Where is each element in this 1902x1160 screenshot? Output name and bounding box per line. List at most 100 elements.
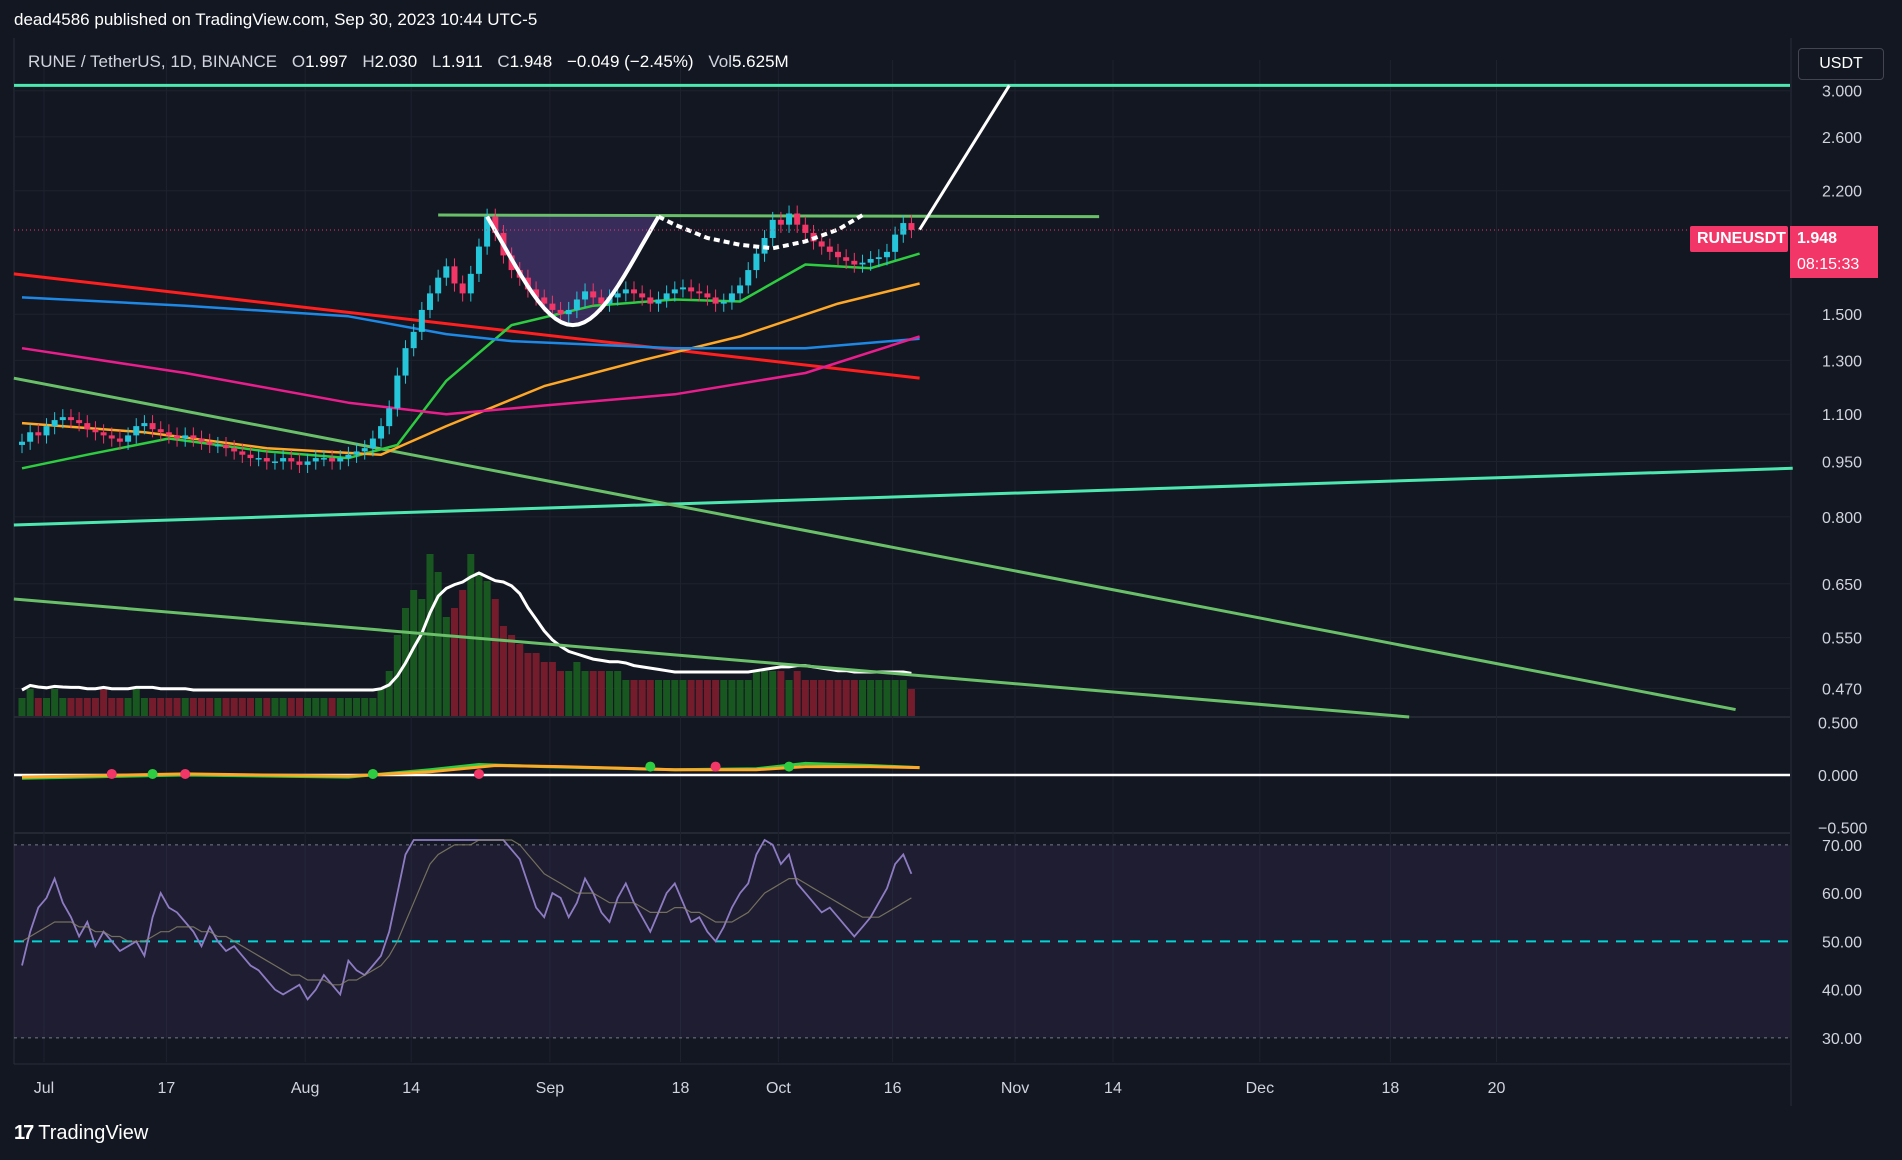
- candle-body: [255, 458, 262, 460]
- price-tick-label: 0.650: [1822, 577, 1862, 594]
- neckline: [438, 213, 1100, 219]
- volume-bar: [263, 698, 271, 716]
- volume-bar: [565, 671, 573, 716]
- volume-bar: [34, 698, 42, 716]
- candle-body: [43, 426, 50, 436]
- candle-body: [67, 417, 74, 421]
- volume-bar: [51, 689, 59, 716]
- tradingview-logo[interactable]: 17 TradingView: [14, 1122, 148, 1145]
- candle-body: [777, 219, 784, 225]
- macd-cross-dot: [473, 768, 484, 779]
- volume-bar: [67, 698, 75, 716]
- candle-body: [867, 259, 874, 263]
- candle-body: [622, 289, 629, 294]
- candle-body: [280, 458, 287, 462]
- price-tick-label: 2.600: [1822, 130, 1862, 147]
- volume-bar: [899, 680, 907, 716]
- volume-bar: [573, 662, 581, 716]
- rsi-tick-label: 40.00: [1822, 983, 1862, 1000]
- candle-body: [239, 451, 246, 455]
- price-tick-label: 1.500: [1822, 307, 1862, 324]
- volume-bar: [140, 698, 148, 716]
- candle-body: [647, 297, 654, 304]
- volume-bar: [459, 590, 467, 716]
- volume-bar: [508, 635, 516, 716]
- volume-bar: [532, 653, 540, 716]
- currency-button[interactable]: USDT: [1798, 48, 1884, 80]
- volume-bar: [173, 698, 181, 716]
- volume-bar: [810, 680, 818, 716]
- volume-bar: [312, 698, 320, 716]
- volume-bar: [491, 599, 499, 716]
- candle-body: [590, 291, 597, 298]
- price-tick-label: 1.300: [1822, 353, 1862, 370]
- volume-bar: [165, 698, 173, 716]
- candle-body: [418, 309, 425, 332]
- volume-bar: [238, 698, 246, 716]
- candle-body: [288, 458, 295, 462]
- time-tick-label: 20: [1488, 1080, 1506, 1097]
- candle-body: [549, 303, 556, 310]
- candle-body: [451, 266, 458, 284]
- candle-body: [875, 257, 882, 260]
- candle-body: [296, 461, 303, 465]
- chart-canvas[interactable]: 3.000 2.600 2.200 1.500 1.300 1.100 0.950 0.800…: [0, 38, 1902, 1108]
- volume-bar: [761, 671, 769, 716]
- volume-bar: [671, 680, 679, 716]
- symbol-description[interactable]: RUNE / TetherUS, 1D, BINANCE: [28, 52, 277, 71]
- volume-bar: [198, 698, 206, 716]
- time-axis-labels: Jul 17 Aug 14 Sep 18 Oct 16 Nov 14 Dec 18 20: [34, 1080, 1506, 1097]
- volume-bar: [663, 680, 671, 716]
- candle-body: [427, 293, 433, 310]
- close-label: C: [497, 52, 510, 71]
- candle-body: [386, 408, 393, 427]
- volume-bar: [59, 698, 67, 716]
- candle-body: [247, 454, 254, 459]
- candle-body: [459, 283, 466, 294]
- last-price-symbol: RUNEUSDT: [1690, 226, 1788, 252]
- volume-bar: [744, 680, 752, 716]
- candle-body: [753, 253, 760, 271]
- volume-bar: [344, 698, 352, 716]
- candle-body: [883, 251, 890, 258]
- volume-bar: [206, 698, 214, 716]
- candle-body: [818, 241, 825, 247]
- volume-bar: [826, 680, 834, 716]
- volume-bar: [793, 671, 801, 716]
- volume-bar: [834, 680, 842, 716]
- candle-body: [174, 435, 181, 439]
- candle-body: [231, 448, 238, 452]
- macd-cross-dot: [180, 768, 191, 779]
- time-tick-label: 14: [402, 1080, 420, 1097]
- volume-bar: [295, 698, 303, 716]
- candle-body: [337, 458, 344, 462]
- volume-bar: [246, 698, 254, 716]
- candle-body: [361, 448, 368, 452]
- volume-bar: [875, 680, 883, 716]
- time-tick-label: Jul: [34, 1080, 54, 1097]
- volume-bar: [540, 662, 548, 716]
- candle-body: [84, 423, 91, 430]
- volume-bar: [124, 698, 132, 716]
- time-tick-label: 16: [884, 1080, 902, 1097]
- volume-bar: [581, 671, 589, 716]
- volume-bar: [614, 671, 622, 716]
- candle-body: [92, 429, 99, 433]
- macd-tick-label: −0.500: [1818, 821, 1867, 838]
- candle-body: [149, 423, 156, 430]
- volume-bar: [149, 698, 157, 716]
- time-tick-label: Oct: [766, 1080, 791, 1097]
- volume-bar: [271, 698, 279, 716]
- candle-body: [51, 420, 58, 427]
- candle-body: [271, 461, 278, 463]
- open-label: O: [291, 52, 306, 71]
- volume-bar: [116, 698, 124, 716]
- candle-body: [165, 432, 172, 436]
- candle-body: [190, 435, 197, 439]
- volume-bar: [75, 698, 83, 716]
- candle-body: [206, 441, 213, 445]
- candle-body: [835, 251, 841, 258]
- close-value: 1.948: [509, 52, 553, 71]
- volume-bar: [728, 680, 736, 716]
- candle-body: [582, 291, 589, 300]
